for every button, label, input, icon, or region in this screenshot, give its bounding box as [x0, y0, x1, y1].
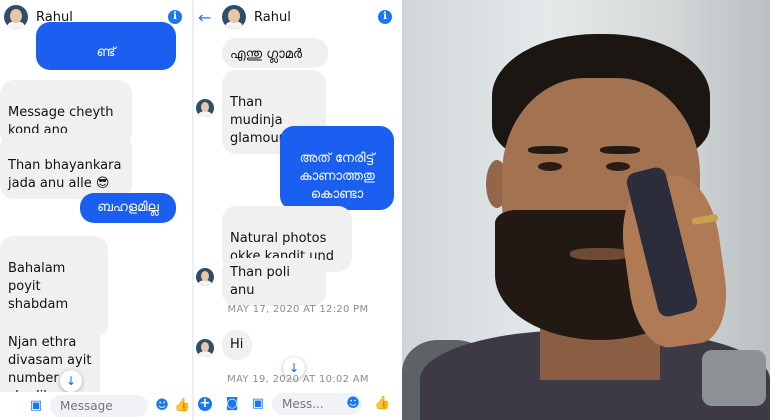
message-input[interactable] [50, 395, 148, 417]
plus-icon[interactable]: + [198, 397, 212, 411]
arrow-down-icon: ↓ [288, 361, 300, 375]
contact-avatar[interactable] [4, 5, 28, 29]
thumbs-up-icon[interactable]: 👍 [374, 396, 390, 412]
message-composer: ▣ ☻ 👍 [0, 392, 192, 420]
camera-icon[interactable]: ◙ [224, 396, 240, 412]
contact-avatar-small[interactable] [196, 99, 214, 117]
contact-avatar[interactable] [222, 5, 246, 29]
incoming-message[interactable]: Than poli anu [222, 258, 326, 306]
message-timestamp: MAY 19, 2020 AT 10:02 AM [227, 374, 369, 385]
message-text: ബഹളമില്ല [97, 200, 159, 215]
message-timestamp: MAY 17, 2020 AT 12:20 PM [227, 304, 369, 315]
photo-mouth [570, 248, 630, 260]
contact-name[interactable]: Rahul [254, 10, 291, 25]
info-icon[interactable]: i [378, 10, 392, 24]
message-text: Than poli anu [230, 265, 290, 298]
photo-brow [600, 146, 640, 154]
contact-avatar-small[interactable] [196, 339, 214, 357]
message-composer: + ◙ ▣ ☻ 👍 [194, 390, 402, 420]
info-icon[interactable]: i [168, 10, 182, 24]
message-text: Hi [230, 337, 244, 352]
emoji-icon[interactable]: ☻ [345, 396, 361, 412]
back-arrow-icon[interactable]: ← [198, 8, 214, 27]
arrow-down-icon: ↓ [65, 374, 77, 388]
photo-watch [702, 350, 766, 406]
middle-chat-panel: ← Rahul i എന്തു ഗ്ലാമർ Than mudinja glam… [194, 0, 402, 420]
message-text: Than bhayankara jada anu alle 😎 [8, 158, 122, 191]
message-text: എന്തു ഗ്ലാമർ [230, 47, 302, 62]
thumbs-up-icon[interactable]: 👍 [174, 398, 190, 414]
contact-avatar-small[interactable] [196, 268, 214, 286]
photo-brow [528, 146, 568, 154]
photo-eye [606, 162, 630, 171]
outgoing-message[interactable]: ണ്ട് [36, 22, 176, 70]
scroll-down-button[interactable]: ↓ [60, 370, 82, 392]
image-icon[interactable]: ▣ [250, 396, 266, 412]
emoji-icon[interactable]: ☻ [154, 398, 170, 414]
message-text: ണ്ട് [96, 45, 116, 60]
outgoing-message[interactable]: അത് നേരിട്ട് കാണാത്തതു കൊണ്ടാ [280, 126, 394, 210]
image-icon[interactable]: ▣ [28, 398, 44, 414]
message-text: അത് നേരിട്ട് കാണാത്തതു കൊണ്ടാ [299, 151, 375, 202]
chat-header: ← Rahul i [194, 0, 402, 34]
incoming-message[interactable]: Hi [222, 330, 252, 360]
left-chat-panel: Rahul i ണ്ട് Message cheyth kond ano Tha… [0, 0, 192, 420]
incoming-message[interactable]: Than bhayankara jada anu alle 😎 [0, 133, 132, 199]
outgoing-message[interactable]: ബഹളമില്ല [80, 193, 176, 223]
incoming-message[interactable]: എന്തു ഗ്ലാമർ [222, 38, 328, 68]
photo-eye [538, 162, 562, 171]
